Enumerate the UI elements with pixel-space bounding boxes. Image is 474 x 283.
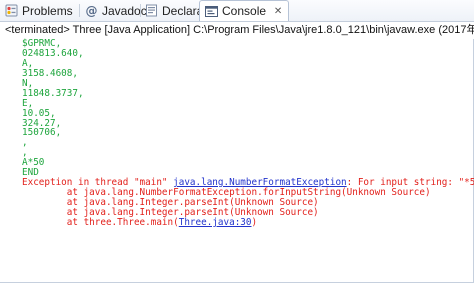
output-line: , — [22, 137, 28, 149]
stack-trace-prefix: at three.Three.main( — [22, 216, 179, 228]
output-line: 324.27, — [22, 117, 62, 129]
stack-trace-line: at three.Three.main(Three.java:30) — [22, 216, 470, 228]
output-line: 024813.640, — [22, 47, 84, 59]
svg-text:@: @ — [85, 4, 97, 17]
output-line: E, — [22, 97, 34, 109]
process-status: <terminated> Three [Java Application] C:… — [0, 22, 474, 39]
tab-label: Problems — [22, 3, 73, 18]
declaration-icon — [144, 4, 158, 18]
close-icon[interactable]: ✕ — [272, 5, 284, 17]
output-line: N, — [22, 77, 34, 89]
output-line: $GPRMC, — [22, 38, 62, 49]
console-icon — [204, 4, 218, 18]
output-line: 150706, — [22, 127, 62, 139]
problems-icon — [4, 4, 18, 18]
output-line: 11848.3737, — [22, 87, 84, 99]
tab-problems[interactable]: Problems — [4, 0, 73, 21]
console-output[interactable]: $GPRMC, 024813.640, A, 3158.4608, N, 118… — [0, 38, 474, 279]
source-file-link[interactable]: Three.java:30 — [179, 217, 252, 228]
view-tab-bar: Problems @ Javadoc Declaration Console ✕ — [0, 0, 474, 22]
output-line: 3158.4608, — [22, 67, 78, 79]
console-view: Problems @ Javadoc Declaration Console ✕… — [0, 0, 474, 283]
tab-console[interactable]: Console ✕ — [199, 0, 290, 21]
output-line: A, — [22, 57, 34, 69]
javadoc-icon: @ — [84, 4, 98, 18]
tab-separator — [140, 4, 141, 17]
tab-javadoc[interactable]: @ Javadoc — [84, 0, 147, 21]
output-line: A*50 — [22, 157, 45, 169]
stack-trace-suffix: ) — [251, 216, 258, 228]
tab-label: Console — [222, 4, 267, 18]
output-line: 10.05, — [22, 107, 56, 119]
tab-separator — [79, 4, 80, 17]
output-line: , — [22, 147, 28, 159]
